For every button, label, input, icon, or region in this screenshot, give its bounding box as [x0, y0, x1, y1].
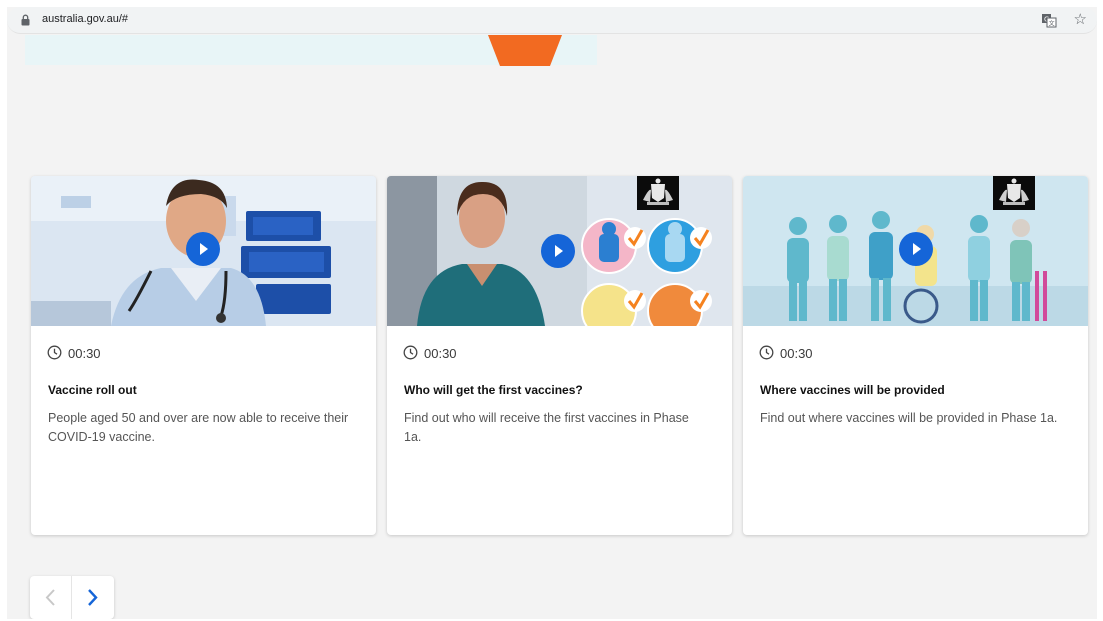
address-bar[interactable]: australia.gov.au/# G 文 ☆ — [7, 7, 1097, 34]
card-title[interactable]: Who will get the first vaccines? — [404, 383, 583, 397]
video-duration: 00:30 — [780, 346, 813, 361]
video-card-1[interactable]: 00:30 Vaccine roll out People aged 50 an… — [31, 176, 376, 535]
chevron-left-icon — [45, 589, 55, 606]
crest-icon — [643, 178, 673, 205]
carousel-pager — [30, 576, 114, 619]
video-duration: 00:30 — [68, 346, 101, 361]
carousel-next-button[interactable] — [72, 576, 114, 619]
play-button[interactable] — [186, 232, 220, 266]
clock-icon — [47, 345, 62, 360]
address-url[interactable]: australia.gov.au/# — [42, 13, 128, 25]
clock-icon — [759, 345, 774, 360]
card-description: Find out who will receive the first vacc… — [404, 411, 689, 444]
video-thumbnail[interactable] — [743, 176, 1088, 326]
card-description: People aged 50 and over are now able to … — [48, 411, 349, 444]
crest-icon — [999, 178, 1029, 205]
video-card-3[interactable]: 00:30 Where vaccines will be provided Fi… — [743, 176, 1088, 535]
page-content: 00:30 Vaccine roll out People aged 50 an… — [7, 35, 1097, 619]
coat-of-arms-logo — [993, 176, 1035, 210]
clock-icon — [403, 345, 418, 360]
card-title[interactable]: Where vaccines will be provided — [760, 383, 945, 397]
browser-window: australia.gov.au/# G 文 ☆ — [7, 7, 1097, 619]
bookmark-star-icon[interactable]: ☆ — [1074, 10, 1087, 28]
card-description: Find out where vaccines will be provided… — [760, 411, 1058, 425]
translate-icon[interactable]: G 文 — [1041, 12, 1057, 28]
play-button[interactable] — [541, 234, 575, 268]
video-thumbnail[interactable] — [387, 176, 732, 326]
video-card-2[interactable]: 00:30 Who will get the first vaccines? F… — [387, 176, 732, 535]
video-thumbnail[interactable] — [31, 176, 376, 326]
chevron-right-icon — [88, 589, 98, 606]
play-button[interactable] — [899, 232, 933, 266]
coat-of-arms-logo — [637, 176, 679, 210]
lock-icon — [21, 14, 30, 26]
svg-text:文: 文 — [1049, 20, 1055, 28]
carousel-prev-button[interactable] — [30, 576, 72, 619]
card-title[interactable]: Vaccine roll out — [48, 383, 137, 397]
video-duration: 00:30 — [424, 346, 457, 361]
orange-tab-shape — [488, 35, 562, 66]
